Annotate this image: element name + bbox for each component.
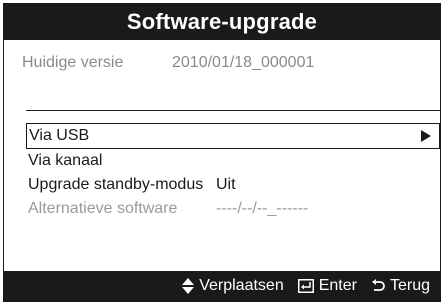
menu-item-value: Uit: [216, 176, 236, 193]
dialog-title-bar: Software-upgrade: [4, 4, 440, 40]
current-version-row: Huidige versie 2010/01/18_000001: [22, 54, 314, 72]
menu-item-label: Alternatieve software: [28, 200, 178, 217]
menu-item-upgrade-standby[interactable]: Upgrade standby-modus Uit: [26, 173, 440, 197]
divider: [26, 110, 440, 111]
menu-item-label: Via USB: [29, 127, 90, 144]
menu-item-via-usb[interactable]: Via USB: [26, 123, 440, 149]
enter-icon: [297, 279, 314, 293]
arrow-right-icon: [421, 130, 431, 142]
up-down-arrows-icon: [182, 278, 195, 294]
menu-item-value: ----/--/--_------: [216, 200, 309, 217]
menu-item-via-kanaal[interactable]: Via kanaal: [26, 149, 440, 173]
hint-move: Verplaatsen: [182, 277, 284, 295]
footer-hint-bar: Verplaatsen Enter Terug: [4, 271, 440, 301]
menu-item-label: Via kanaal: [28, 152, 103, 169]
hint-enter: Enter: [297, 277, 357, 295]
hint-enter-label: Enter: [318, 277, 357, 294]
menu-item-alternative-software: Alternatieve software ----/--/--_------: [26, 197, 440, 221]
hint-move-label: Verplaatsen: [199, 277, 284, 294]
software-upgrade-dialog: Software-upgrade Huidige versie 2010/01/…: [3, 3, 441, 302]
hint-return-label: Terug: [389, 277, 430, 294]
dialog-title: Software-upgrade: [126, 9, 318, 34]
current-version-value: 2010/01/18_000001: [172, 54, 315, 71]
menu-item-label: Upgrade standby-modus: [28, 176, 204, 193]
return-arrow-icon: [371, 279, 385, 293]
hint-return: Terug: [371, 277, 430, 295]
current-version-label: Huidige versie: [22, 54, 124, 71]
upgrade-menu: Via USB Via kanaal Upgrade standby-modus…: [26, 123, 440, 221]
